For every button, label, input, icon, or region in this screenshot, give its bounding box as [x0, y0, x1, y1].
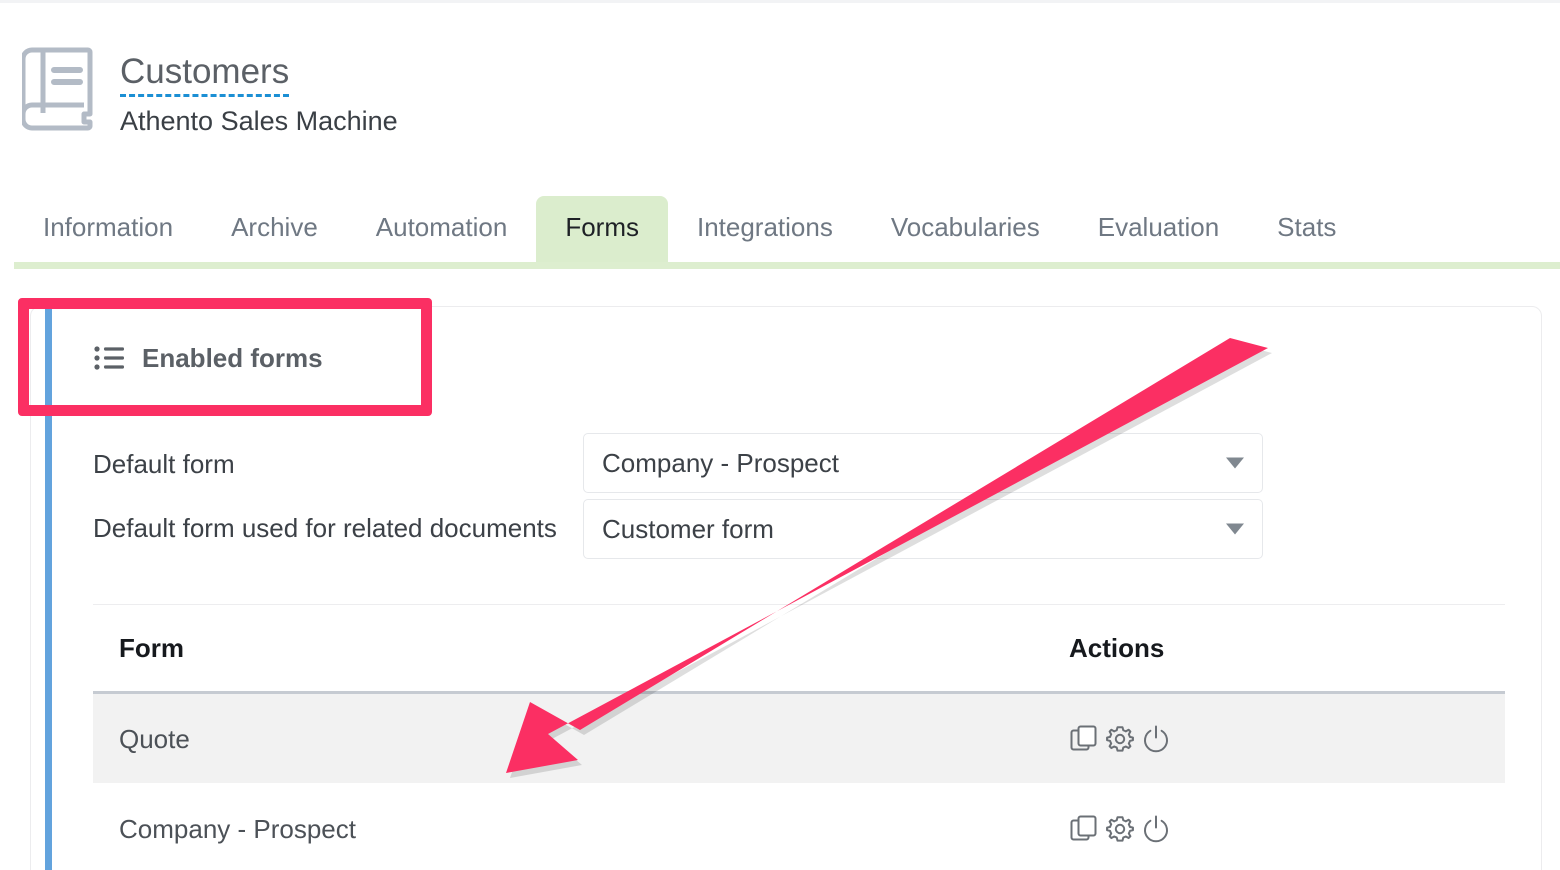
tab-underline — [14, 262, 1560, 269]
tab-vocabularies[interactable]: Vocabularies — [862, 196, 1069, 262]
chevron-down-icon — [1226, 523, 1244, 535]
header-text-block: Customers Athento Sales Machine — [120, 52, 398, 138]
related-documents-form-value: Customer form — [602, 514, 774, 544]
top-hairline — [0, 0, 1560, 3]
panel-title: Enabled forms — [142, 343, 323, 373]
page-title: Customers — [120, 52, 290, 97]
panel-header: Enabled forms — [94, 343, 323, 373]
related-documents-form-label: Default form used for related documents — [93, 513, 557, 543]
enabled-forms-panel: Enabled forms Default form Company - Pro… — [30, 306, 1542, 870]
gear-icon[interactable] — [1105, 724, 1135, 754]
row-form-name: Quote — [119, 723, 190, 754]
tab-information[interactable]: Information — [14, 196, 202, 262]
list-icon — [94, 346, 124, 370]
panel-accent-bar — [45, 307, 52, 870]
chevron-down-icon — [1226, 457, 1244, 469]
power-icon[interactable] — [1141, 814, 1171, 844]
app-root: Customers Athento Sales Machine Informat… — [0, 0, 1560, 870]
tab-automation[interactable]: Automation — [347, 196, 537, 262]
table-header-row: Form Actions — [93, 605, 1505, 691]
column-header-form: Form — [119, 633, 184, 663]
column-header-actions: Actions — [1069, 633, 1165, 663]
page-subtitle: Athento Sales Machine — [120, 106, 398, 136]
table-row[interactable]: Quote — [93, 691, 1505, 783]
tab-evaluation[interactable]: Evaluation — [1069, 196, 1248, 262]
default-form-select[interactable]: Company - Prospect — [583, 433, 1263, 493]
page-header: Customers Athento Sales Machine — [22, 38, 398, 138]
related-documents-form-select[interactable]: Customer form — [583, 499, 1263, 559]
row-actions — [1069, 724, 1369, 754]
table-row[interactable]: Company - Prospect — [93, 783, 1505, 870]
copy-icon[interactable] — [1069, 724, 1099, 754]
tab-integrations[interactable]: Integrations — [668, 196, 862, 262]
tab-archive[interactable]: Archive — [202, 196, 347, 262]
default-form-label: Default form — [93, 449, 235, 479]
forms-table: Form Actions Quote Company - Prospect — [93, 604, 1505, 870]
power-icon[interactable] — [1141, 724, 1171, 754]
tab-forms[interactable]: Forms — [536, 196, 668, 262]
tab-stats[interactable]: Stats — [1248, 196, 1365, 262]
book-icon — [22, 47, 93, 131]
field-row-related-documents-form: Default form used for related documents … — [93, 499, 1493, 559]
default-form-value: Company - Prospect — [602, 448, 839, 478]
gear-icon[interactable] — [1105, 814, 1135, 844]
settings-fields: Default form Company - Prospect Default … — [93, 433, 1493, 565]
field-row-default-form: Default form Company - Prospect — [93, 433, 1493, 493]
copy-icon[interactable] — [1069, 814, 1099, 844]
row-actions — [1069, 814, 1369, 844]
row-form-name: Company - Prospect — [119, 814, 356, 844]
tab-bar: Information Archive Automation Forms Int… — [14, 196, 1560, 268]
